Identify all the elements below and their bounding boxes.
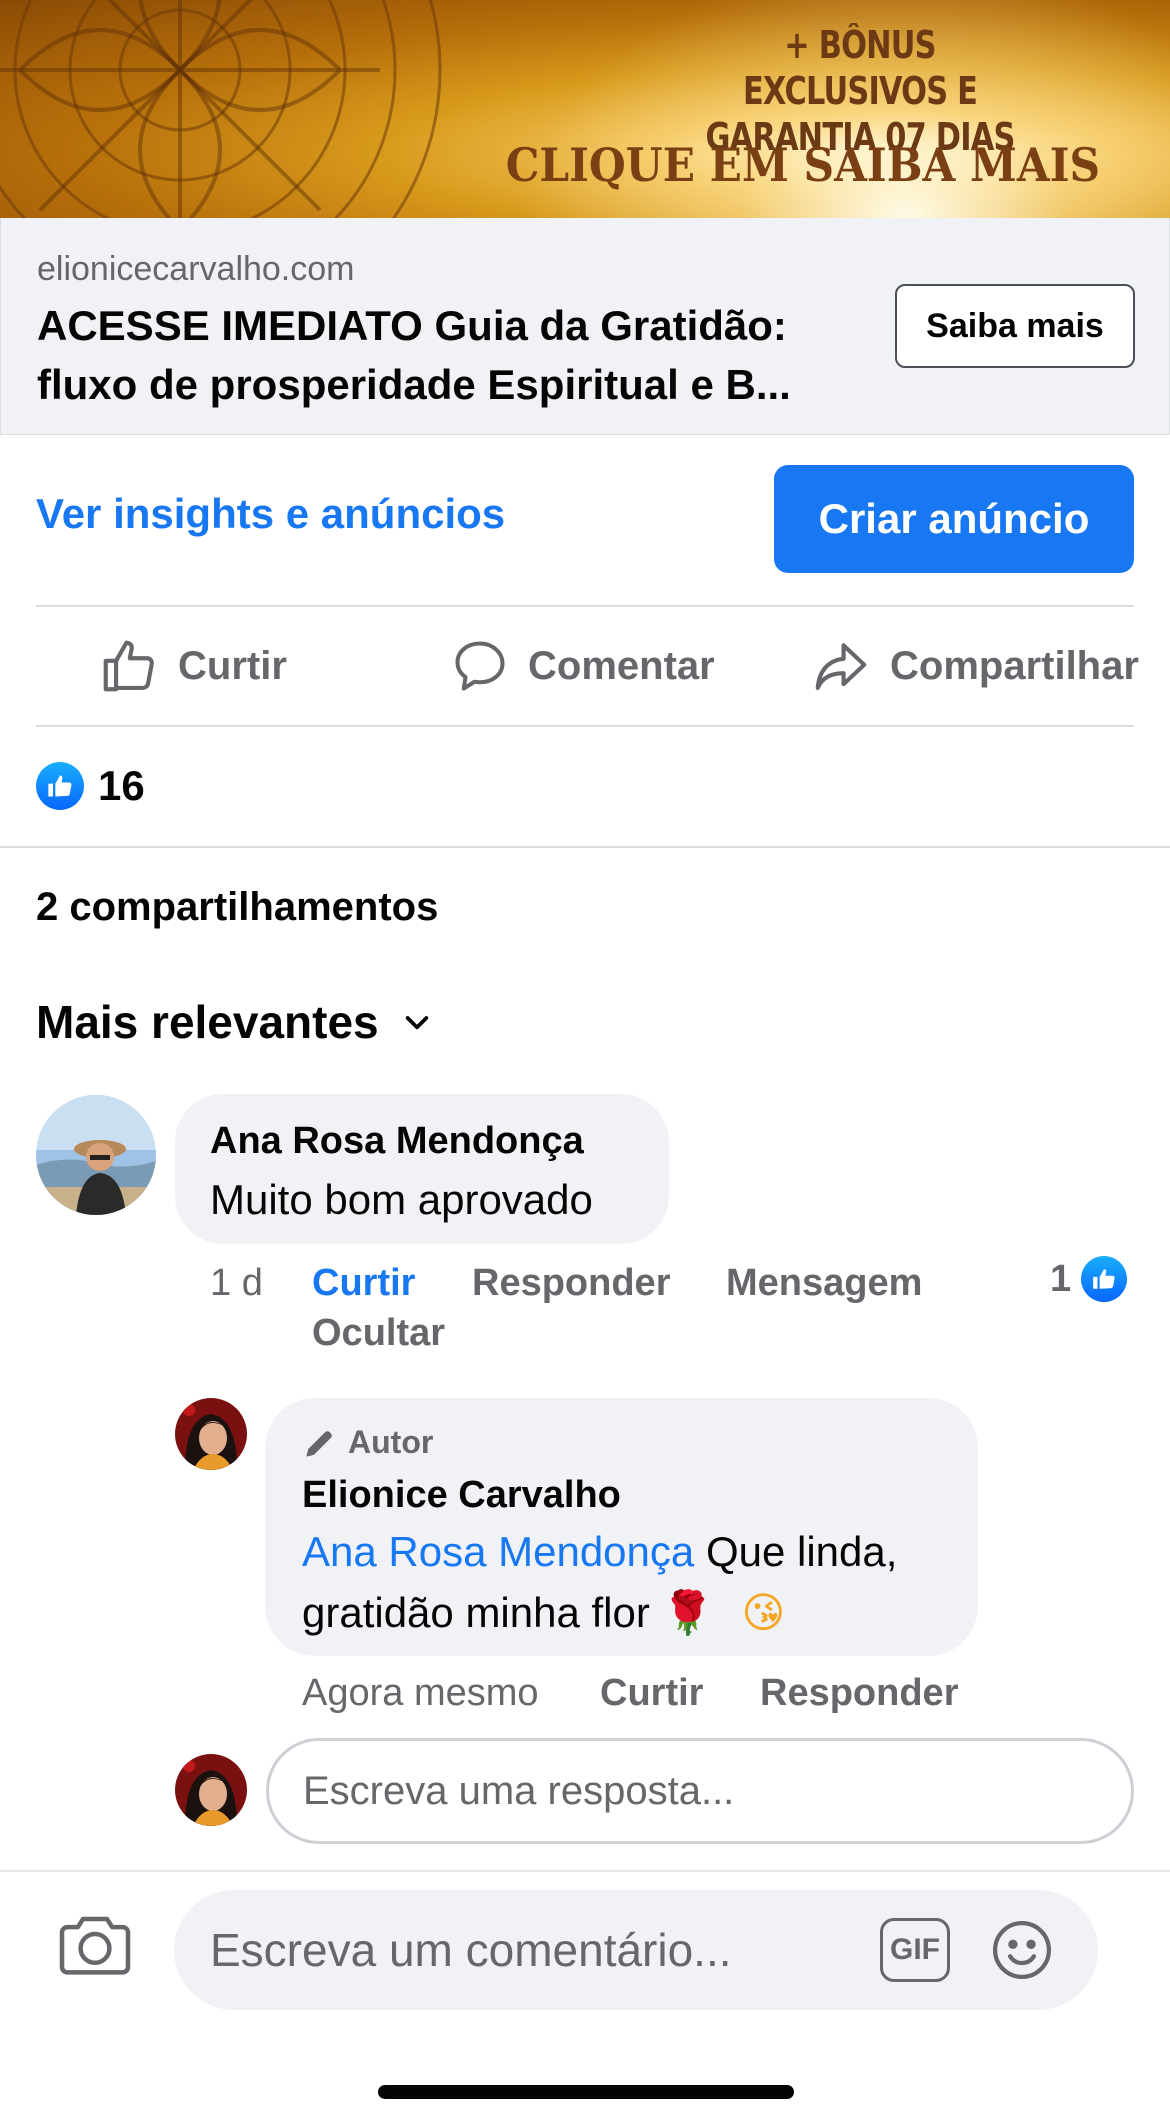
camera-icon[interactable]: [56, 1910, 134, 1982]
comment-input-placeholder: Escreva um comentário...: [210, 1924, 732, 1976]
divider: [36, 605, 1134, 607]
kiss-emoji: 😘: [741, 1589, 786, 1636]
ad-banner-image[interactable]: + BÔNUS EXCLUSIVOS E GARANTIA 07 DIAS CL…: [0, 0, 1170, 218]
mention-link[interactable]: Ana Rosa Mendonça: [302, 1528, 694, 1575]
reaction-summary[interactable]: 16: [36, 762, 145, 810]
reply-text-line2: gratidão minha flor 🌹 😘: [302, 1588, 785, 1638]
share-action-label: Compartilhar: [890, 643, 1139, 688]
rose-emoji: 🌹: [661, 1589, 714, 1636]
author-badge-label: Autor: [348, 1424, 434, 1460]
share-action-button[interactable]: Compartilhar: [810, 630, 1139, 702]
reply-text-part1: Que linda,: [705, 1528, 898, 1575]
gif-icon[interactable]: GIF: [880, 1918, 950, 1982]
comment-sort-dropdown[interactable]: Mais relevantes: [36, 995, 433, 1049]
user-photo-icon: [36, 1095, 156, 1215]
reaction-count: 16: [98, 762, 145, 809]
comment-input[interactable]: Escreva um comentário... GIF: [174, 1890, 1098, 2010]
comment-action-label: Comentar: [528, 643, 715, 688]
like-action-label: Curtir: [178, 643, 287, 688]
reply-text-part2: gratidão minha flor: [302, 1589, 650, 1636]
reply-text-line1: Ana Rosa Mendonça Que linda,: [302, 1528, 897, 1576]
create-ad-button[interactable]: Criar anúncio: [774, 465, 1134, 573]
comment-like-count[interactable]: 1: [1050, 1256, 1128, 1302]
comment-action-button[interactable]: Comentar: [450, 630, 715, 702]
like-reaction-icon: [36, 762, 84, 810]
banner-bonus-line1: + BÔNUS EXCLUSIVOS E: [742, 23, 978, 113]
chevron-down-icon: [405, 1016, 428, 1030]
comment-text: Muito bom aprovado: [210, 1176, 593, 1223]
divider: [36, 725, 1134, 727]
comment-author[interactable]: Ana Rosa Mendonça: [210, 1120, 584, 1163]
pencil-icon: [306, 1430, 332, 1456]
like-action-button[interactable]: Curtir: [98, 630, 287, 702]
divider: [0, 846, 1170, 848]
comment-reply-button[interactable]: Responder: [472, 1262, 670, 1305]
view-insights-link[interactable]: Ver insights e anúncios: [36, 490, 505, 538]
share-arrow-icon: [815, 643, 867, 691]
reply-time[interactable]: Agora mesmo: [302, 1672, 539, 1715]
avatar[interactable]: [175, 1398, 247, 1470]
emoji-icon[interactable]: [988, 1916, 1056, 1984]
author-badge: Autor: [302, 1424, 433, 1461]
like-reaction-icon: [1081, 1256, 1128, 1302]
thumbs-up-icon: [103, 640, 154, 692]
comment-hide-button[interactable]: Ocultar: [312, 1312, 445, 1355]
learn-more-button[interactable]: Saiba mais: [895, 284, 1135, 368]
home-indicator: [378, 2085, 794, 2099]
reply-input-placeholder: Escreva uma resposta...: [303, 1768, 735, 1813]
gif-label: GIF: [890, 1933, 940, 1966]
share-count[interactable]: 2 compartilhamentos: [36, 885, 438, 930]
comment-like-button[interactable]: Curtir: [312, 1262, 415, 1305]
link-preview-card[interactable]: elionicecarvalho.com ACESSE IMEDIATO Gui…: [0, 218, 1170, 435]
comment-message-button[interactable]: Mensagem: [726, 1262, 922, 1305]
avatar[interactable]: [36, 1095, 156, 1215]
sort-label: Mais relevantes: [36, 996, 379, 1048]
author-photo-icon: [175, 1398, 247, 1470]
reply-like-button[interactable]: Curtir: [600, 1672, 703, 1715]
banner-cta-text: CLIQUE EM SAIBA MAIS: [505, 138, 1100, 192]
reply-input[interactable]: Escreva uma resposta...: [266, 1738, 1134, 1844]
comment-like-count-text: 1: [1050, 1257, 1072, 1300]
comment-time[interactable]: 1 d: [210, 1262, 263, 1305]
reply-reply-button[interactable]: Responder: [760, 1672, 958, 1715]
author-photo-icon: [175, 1754, 247, 1826]
link-title: ACESSE IMEDIATO Guia da Gratidão: fluxo …: [37, 302, 791, 408]
link-domain: elionicecarvalho.com: [37, 250, 355, 288]
reply-author[interactable]: Elionice Carvalho: [302, 1474, 621, 1517]
speech-bubble-icon: [455, 641, 505, 691]
mandala-ornament-icon: [0, 0, 442, 218]
avatar: [175, 1754, 247, 1826]
